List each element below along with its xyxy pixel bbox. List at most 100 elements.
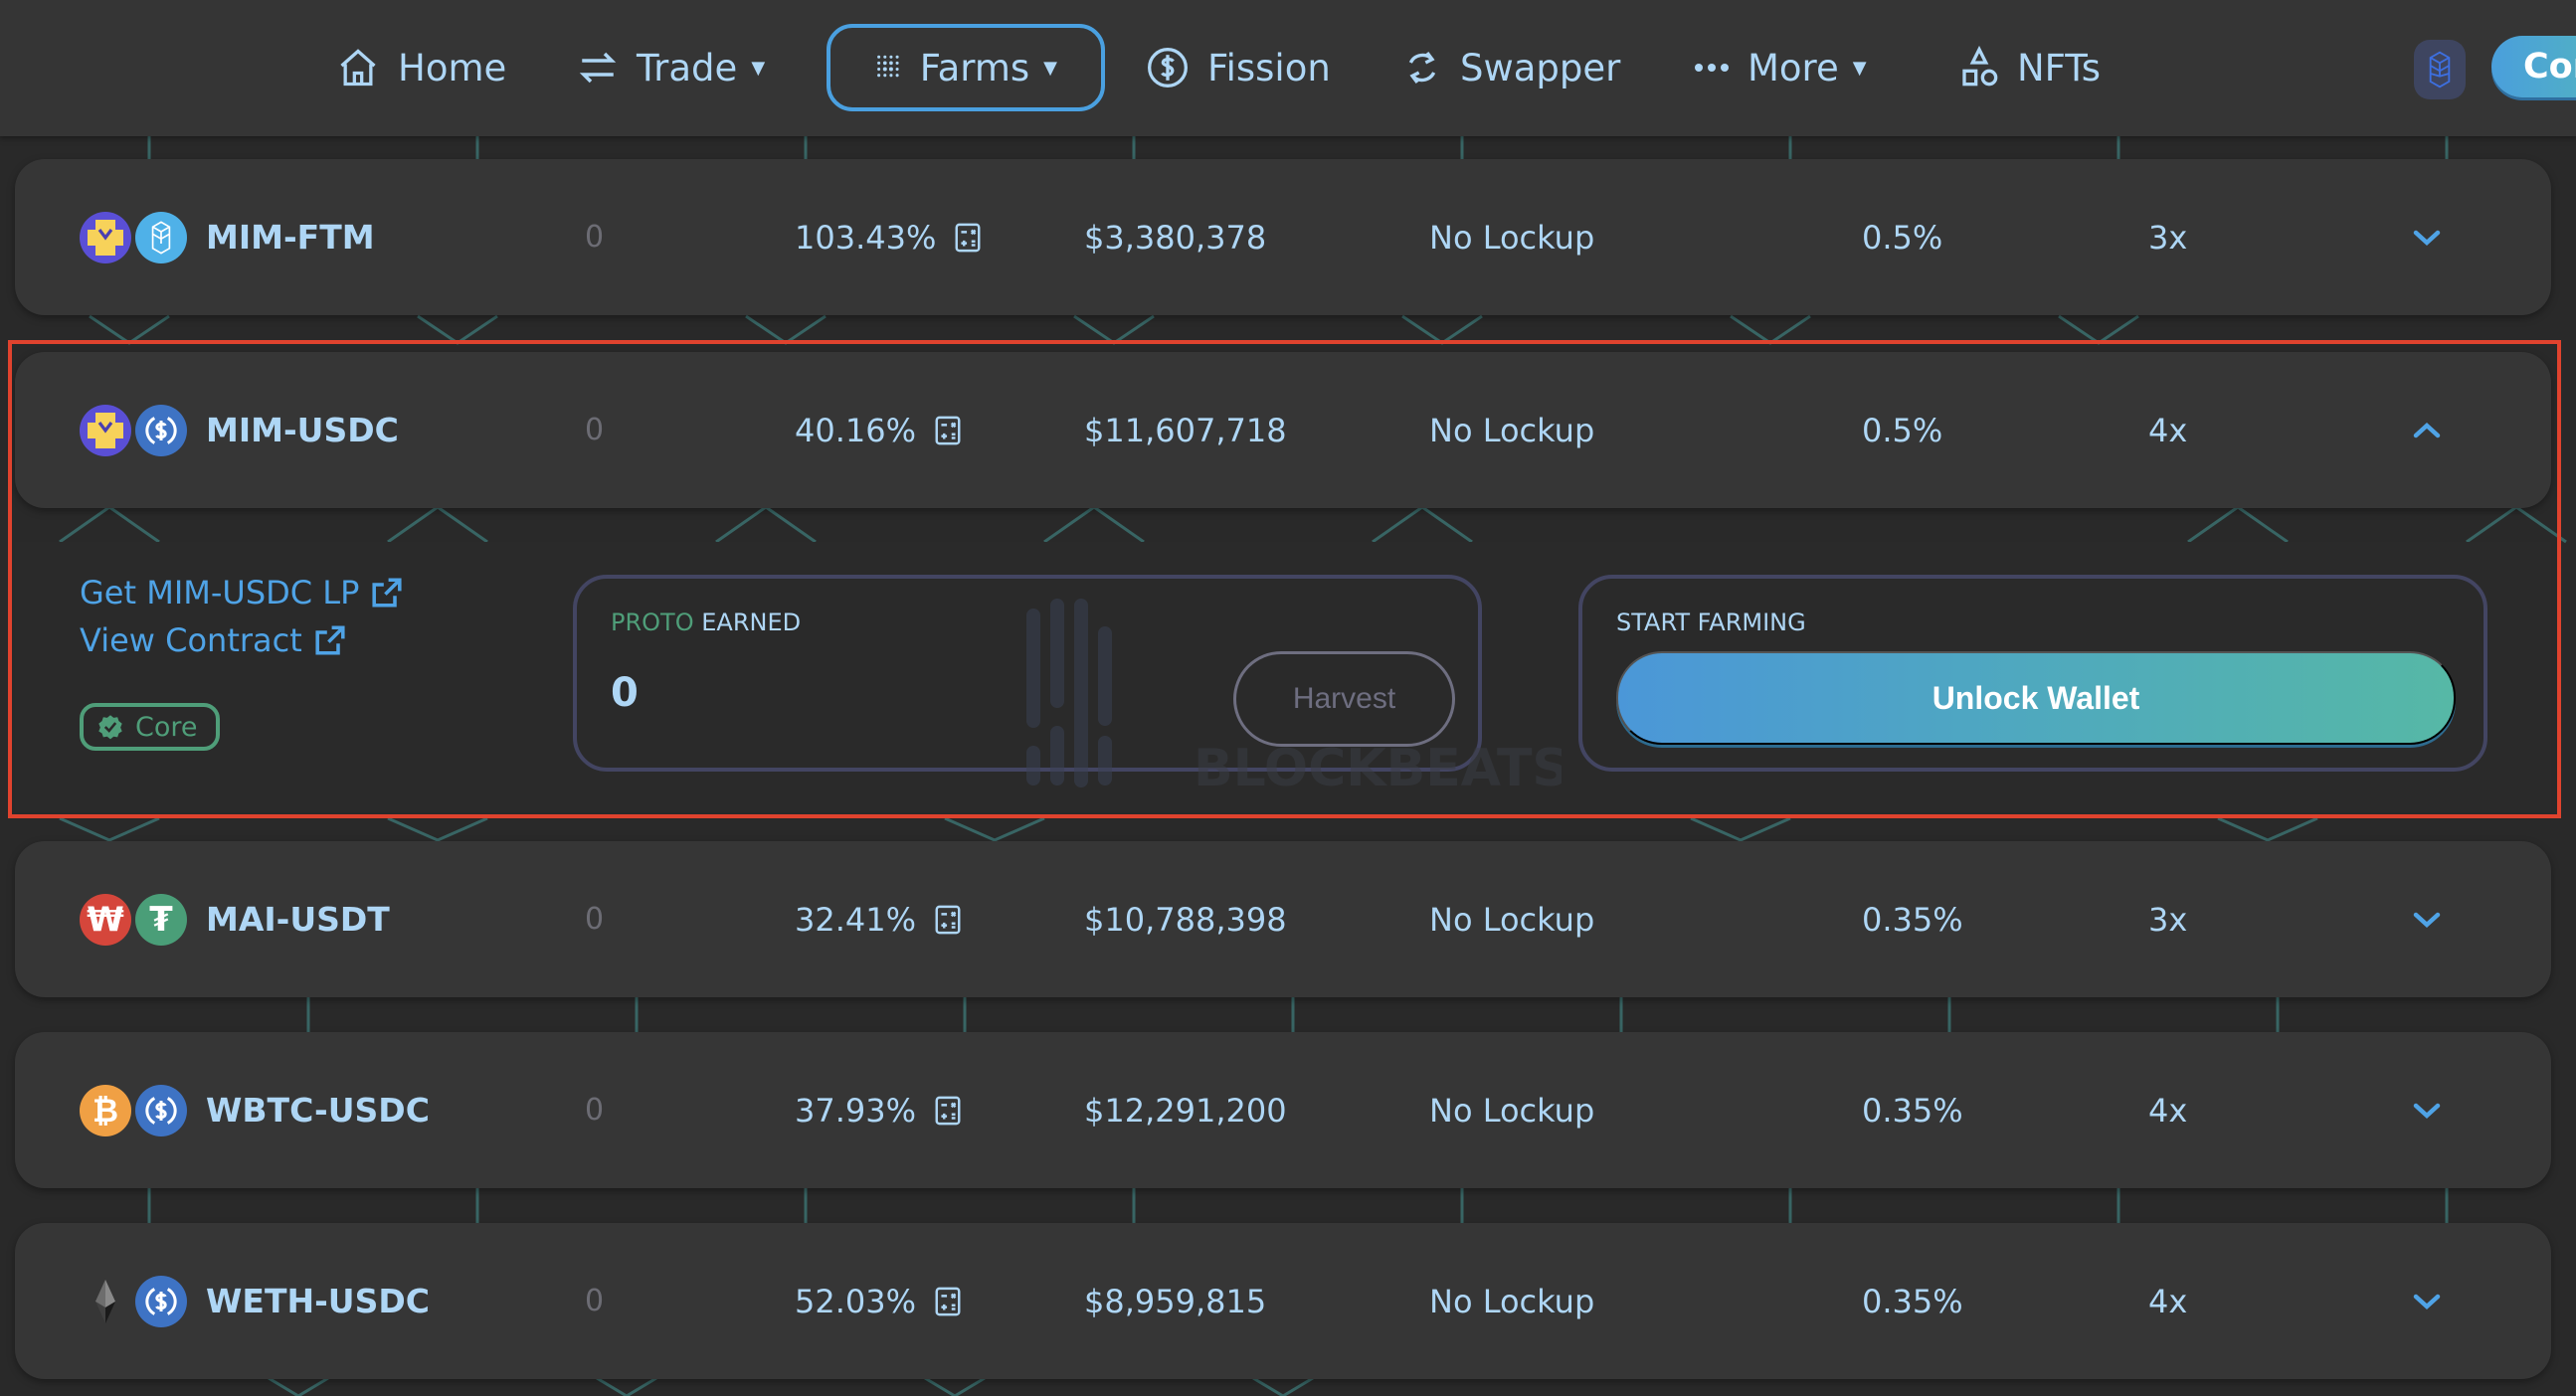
- nav-fission[interactable]: Fission: [1146, 24, 1331, 111]
- calculator-icon[interactable]: [934, 416, 962, 445]
- apr-value: 32.41%: [795, 900, 917, 939]
- expand-button[interactable]: [2412, 1223, 2442, 1379]
- fantom-icon: [2429, 51, 2451, 88]
- nav-swapper[interactable]: Swapper: [1402, 24, 1620, 111]
- fee-value: 0.35%: [1862, 1282, 1963, 1320]
- earned-label: EARNED: [701, 609, 802, 636]
- liquidity-value: $3,380,378: [1084, 218, 1267, 257]
- pair-name: MIM-USDC: [206, 411, 399, 449]
- chevron-down-icon: [2413, 230, 2441, 246]
- ftm-token-icon: [135, 211, 187, 263]
- apr-value: 37.93%: [795, 1091, 917, 1130]
- calculator-icon[interactable]: [934, 1096, 962, 1126]
- get-lp-label: Get MIM-USDC LP: [80, 574, 360, 611]
- earned-value: 0: [585, 1284, 605, 1318]
- mai-token-icon: ₩: [80, 893, 131, 946]
- calculator-icon[interactable]: [934, 1287, 962, 1316]
- external-link-icon: [372, 578, 402, 608]
- fee-value: 0.5%: [1862, 218, 1943, 257]
- liquidity-value: $10,788,398: [1084, 900, 1287, 939]
- view-contract-link[interactable]: View Contract: [80, 621, 346, 659]
- multiplier-value: 3x: [2148, 218, 2188, 257]
- apr-cell: 103.43%: [795, 159, 982, 315]
- start-farming-panel: START FARMING Unlock Wallet: [1578, 575, 2487, 772]
- earned-amount: 0: [611, 670, 639, 716]
- mim-token-icon: [80, 211, 131, 263]
- harvest-button[interactable]: Harvest: [1233, 651, 1455, 747]
- shapes-icon: [1962, 46, 1998, 87]
- verified-badge-icon: [98, 715, 122, 740]
- token-pair-icons: ₩ ₮: [80, 841, 187, 997]
- liquidity-value: $12,291,200: [1084, 1091, 1287, 1130]
- apr-value: 40.16%: [795, 411, 917, 449]
- multiplier-value: 3x: [2148, 900, 2188, 939]
- chain-selector-button[interactable]: [2414, 40, 2466, 99]
- view-contract-label: View Contract: [80, 621, 302, 659]
- lockup-value: No Lockup: [1429, 900, 1595, 939]
- nav-home[interactable]: Home: [336, 24, 506, 111]
- nav-swapper-label: Swapper: [1460, 46, 1621, 89]
- wbtc-token-icon: ₿: [80, 1084, 131, 1136]
- apr-cell: 37.93%: [795, 1032, 962, 1188]
- farm-row[interactable]: ₿ WBTC-USDC 0 37.93% $12,291,200 No Lock…: [15, 1032, 2551, 1188]
- fee-value: 0.5%: [1862, 411, 1943, 449]
- start-farming-label: START FARMING: [1616, 609, 1806, 636]
- earned-panel-label: PROTO EARNED: [611, 609, 801, 636]
- apr-cell: 32.41%: [795, 841, 962, 997]
- expand-button[interactable]: [2412, 841, 2442, 997]
- token-pair-icons: [80, 352, 187, 508]
- earned-panel: PROTO EARNED 0 Harvest: [573, 575, 1482, 772]
- external-link-icon: [315, 625, 345, 655]
- farm-row[interactable]: ₩ ₮ MAI-USDT 0 32.41% $10,788,398 No Loc…: [15, 841, 2551, 997]
- earned-value: 0: [585, 220, 605, 255]
- earned-value: 0: [585, 413, 605, 447]
- pair-name: MAI-USDT: [206, 900, 390, 939]
- farm-row-expanded[interactable]: MIM-USDC 0 40.16% $11,607,718 No Lockup …: [15, 352, 2551, 508]
- ellipsis-icon: [1695, 64, 1729, 72]
- earned-value: 0: [585, 902, 605, 937]
- mim-token-icon: [80, 404, 131, 456]
- nav-trade[interactable]: Trade ▼: [577, 24, 765, 111]
- nav-trade-label: Trade: [637, 46, 738, 89]
- connect-wallet-button[interactable]: Connect: [2491, 36, 2576, 97]
- nav-home-label: Home: [398, 46, 507, 89]
- pair-name: MIM-FTM: [206, 218, 375, 257]
- swap-arrows-icon: [579, 52, 617, 84]
- dollar-circle-icon: [1148, 48, 1188, 87]
- nav-farms-label: Farms: [919, 46, 1030, 89]
- chevron-down-icon: [2413, 912, 2441, 928]
- earned-value: 0: [585, 1093, 605, 1128]
- usdc-token-icon: [135, 404, 187, 456]
- apr-cell: 52.03%: [795, 1223, 962, 1379]
- farm-dots-icon: [877, 55, 899, 78]
- chevron-down-icon: [2413, 1294, 2441, 1309]
- chevron-down-icon: ▼: [1043, 57, 1057, 79]
- token-pair-icons: ₿: [80, 1032, 187, 1188]
- expand-button[interactable]: [2412, 1032, 2442, 1188]
- lockup-value: No Lockup: [1429, 218, 1595, 257]
- multiplier-value: 4x: [2148, 1091, 2188, 1130]
- chevron-up-icon: [2413, 422, 2441, 437]
- token-pair-icons: [80, 159, 187, 315]
- farm-row[interactable]: WETH-USDC 0 52.03% $8,959,815 No Lockup …: [15, 1223, 2551, 1379]
- usdt-token-icon: ₮: [135, 893, 187, 946]
- collapse-button[interactable]: [2412, 352, 2442, 508]
- multiplier-value: 4x: [2148, 1282, 2188, 1320]
- farm-row[interactable]: MIM-FTM 0 103.43% $3,380,378 No Lockup 0…: [15, 159, 2551, 315]
- nav-more[interactable]: More ▼: [1694, 24, 1867, 111]
- fee-value: 0.35%: [1862, 1091, 1963, 1130]
- token-pair-icons: [80, 1223, 187, 1379]
- core-badge-label: Core: [135, 711, 198, 743]
- nav-nfts[interactable]: NFTs: [1959, 24, 2101, 111]
- calculator-icon[interactable]: [934, 905, 962, 935]
- apr-cell: 40.16%: [795, 352, 962, 508]
- expand-button[interactable]: [2412, 159, 2442, 315]
- pair-name: WBTC-USDC: [206, 1091, 430, 1130]
- home-icon: [340, 49, 376, 87]
- earned-token: PROTO: [611, 609, 694, 636]
- calculator-icon[interactable]: [954, 223, 982, 253]
- nav-farms[interactable]: Farms ▼: [827, 24, 1105, 111]
- unlock-wallet-button[interactable]: Unlock Wallet: [1616, 651, 2456, 745]
- get-lp-link[interactable]: Get MIM-USDC LP: [80, 574, 403, 611]
- lockup-value: No Lockup: [1429, 1282, 1595, 1320]
